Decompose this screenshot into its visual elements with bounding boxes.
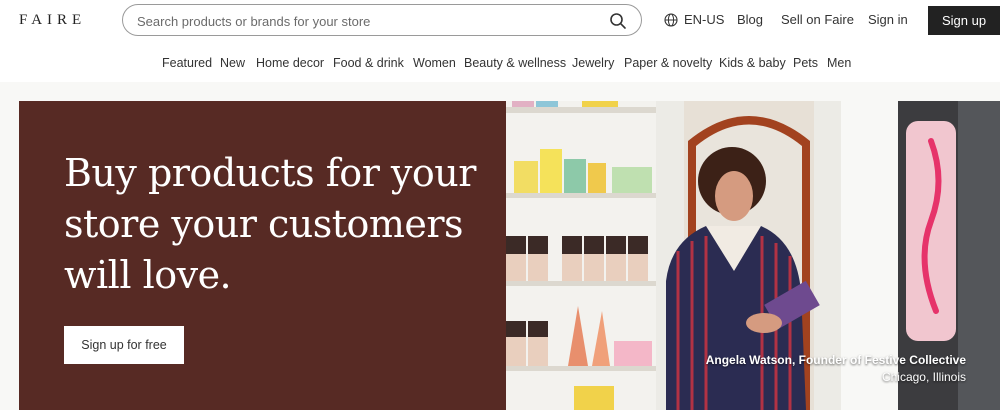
- hero-banner: Buy products for your store your custome…: [19, 101, 1000, 410]
- sell-on-faire-link[interactable]: Sell on Faire: [781, 12, 854, 27]
- hero-caption: Angela Watson, Founder of Festive Collec…: [706, 352, 966, 386]
- language-label: EN-US: [684, 12, 725, 27]
- blog-link[interactable]: Blog: [737, 12, 763, 27]
- sign-up-button[interactable]: Sign up: [928, 6, 1000, 35]
- caption-name: Angela Watson, Founder of Festive Collec…: [705, 353, 966, 367]
- category-pets[interactable]: Pets: [793, 56, 818, 70]
- category-nav: Featured New Home decor Food & drink Wom…: [0, 56, 1000, 72]
- hero-image: Angela Watson, Founder of Festive Collec…: [506, 101, 1000, 410]
- category-featured[interactable]: Featured: [162, 56, 212, 70]
- category-paper-novelty[interactable]: Paper & novelty: [624, 56, 712, 70]
- category-men[interactable]: Men: [827, 56, 851, 70]
- sign-up-free-button[interactable]: Sign up for free: [64, 326, 184, 364]
- globe-icon: [664, 12, 678, 27]
- language-selector[interactable]: EN-US: [664, 12, 724, 27]
- faire-logo[interactable]: FAIRE: [19, 12, 86, 29]
- search-bar[interactable]: [122, 4, 642, 36]
- top-header: FAIRE EN-US Blog Sell on Faire Sign in S…: [0, 0, 1000, 82]
- search-icon[interactable]: [609, 12, 627, 30]
- search-input[interactable]: [137, 11, 607, 31]
- category-home-decor[interactable]: Home decor: [256, 56, 324, 70]
- hero-title: Buy products for your store your custome…: [64, 151, 476, 297]
- category-new[interactable]: New: [220, 56, 245, 70]
- category-kids-baby[interactable]: Kids & baby: [719, 56, 786, 70]
- category-food-drink[interactable]: Food & drink: [333, 56, 404, 70]
- sign-in-link[interactable]: Sign in: [868, 12, 908, 27]
- hero-text-panel: Buy products for your store your custome…: [19, 101, 506, 410]
- category-beauty-wellness[interactable]: Beauty & wellness: [464, 56, 566, 70]
- category-jewelry[interactable]: Jewelry: [572, 56, 614, 70]
- category-women[interactable]: Women: [413, 56, 456, 70]
- caption-location: Chicago, Illinois: [881, 370, 966, 384]
